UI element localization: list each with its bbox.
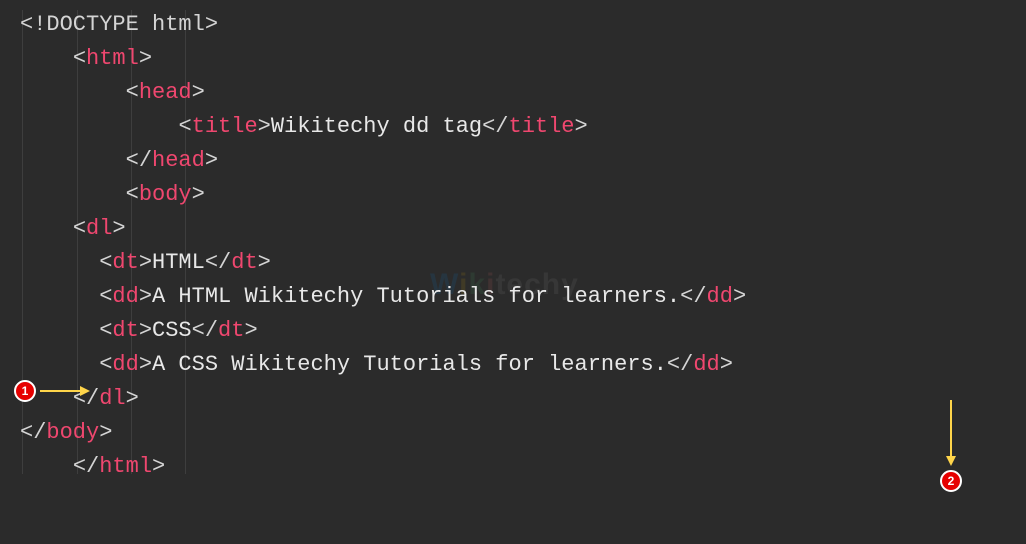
code-line: <dd>A HTML Wikitechy Tutorials for learn… xyxy=(20,280,1026,314)
callout-badge-2: 2 xyxy=(940,470,962,492)
code-line: </html> xyxy=(20,450,1026,484)
code-line: <html> xyxy=(20,42,1026,76)
code-line: </body> xyxy=(20,416,1026,450)
code-line: <title>Wikitechy dd tag</title> xyxy=(20,110,1026,144)
code-line: </head> xyxy=(20,144,1026,178)
arrow-head-icon xyxy=(946,456,956,466)
code-line: <!DOCTYPE html> xyxy=(20,8,1026,42)
code-line: <dt>CSS</dt> xyxy=(20,314,1026,348)
code-line: </dl> xyxy=(20,382,1026,416)
callout-arrow-2 xyxy=(950,400,952,456)
code-line: <dd>A CSS Wikitechy Tutorials for learne… xyxy=(20,348,1026,382)
code-editor: Wikitechy <!DOCTYPE html> <html> <head> … xyxy=(0,0,1026,484)
code-line: <body> xyxy=(20,178,1026,212)
arrow-head-icon xyxy=(80,386,90,396)
callout-badge-1: 1 xyxy=(14,380,36,402)
code-line: <head> xyxy=(20,76,1026,110)
code-line: <dl> xyxy=(20,212,1026,246)
code-line: <dt>HTML</dt> xyxy=(20,246,1026,280)
callout-arrow-1 xyxy=(40,390,80,392)
